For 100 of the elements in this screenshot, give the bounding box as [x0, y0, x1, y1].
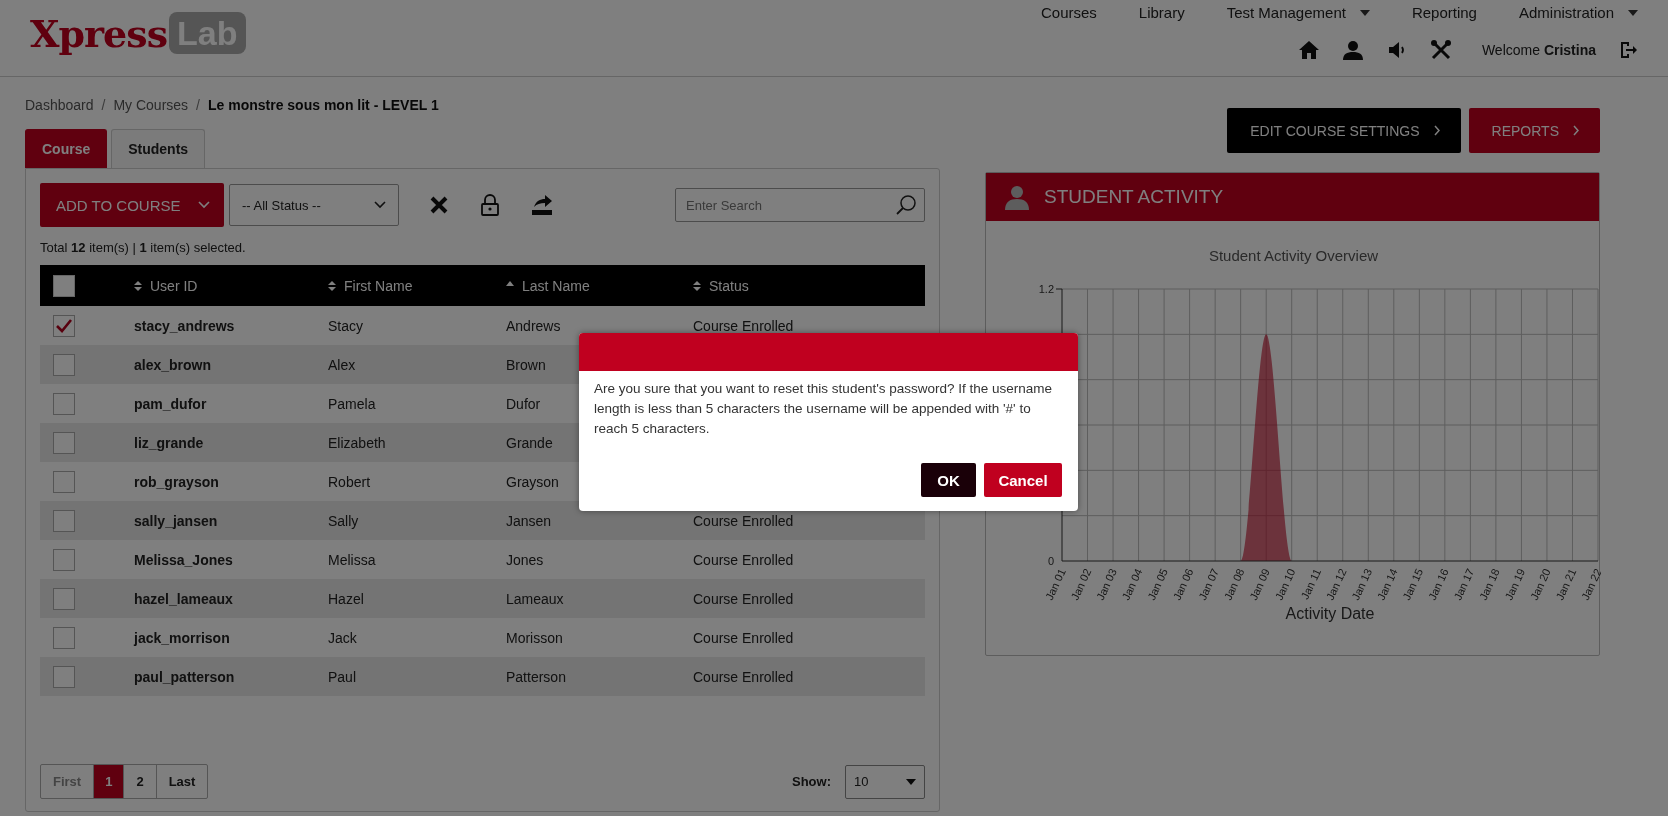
- table-cell: Lameaux: [506, 590, 564, 607]
- checkbox[interactable]: [53, 274, 75, 297]
- x-tick-label: Jan 06: [1170, 566, 1196, 602]
- breadcrumb-link[interactable]: Dashboard: [25, 97, 94, 127]
- page-link[interactable]: 2: [123, 765, 156, 798]
- table-cell: Melissa_Jones: [134, 551, 233, 568]
- checkbox[interactable]: [53, 665, 75, 688]
- nav-link[interactable]: Courses: [1040, 4, 1097, 21]
- close-icon[interactable]: [429, 195, 449, 215]
- x-tick-label: Jan 11: [1298, 566, 1324, 602]
- nav-link[interactable]: Library: [1138, 4, 1185, 21]
- table-row[interactable]: hazel_lameaux Hazel Lameaux Course Enrolled: [40, 579, 925, 618]
- checkbox[interactable]: [53, 353, 75, 376]
- x-tick-label: Jan 02: [1068, 566, 1094, 602]
- x-tick-label: Jan 07: [1196, 566, 1221, 602]
- nav-link[interactable]: Administration: [1518, 4, 1638, 21]
- chevron-icon: [1433, 125, 1441, 136]
- table-cell: Melissa: [328, 551, 376, 568]
- column-header[interactable]: Status: [709, 277, 749, 294]
- x-tick-label: Jan 03: [1094, 566, 1119, 602]
- reports-button[interactable]: REPORTS: [1468, 108, 1600, 153]
- table-cell: Pamela: [328, 395, 376, 412]
- export-icon[interactable]: [531, 194, 553, 216]
- table-cell: Course Enrolled: [693, 590, 794, 607]
- table-cell: liz_grande: [134, 434, 204, 451]
- table-row[interactable]: jack_morrison Jack Morisson Course Enrolled: [40, 618, 925, 657]
- table-cell: Course Enrolled: [693, 668, 794, 685]
- caret-icon: [906, 778, 916, 785]
- nav-link[interactable]: Test Management: [1226, 4, 1370, 21]
- cancel-button[interactable]: Cancel: [984, 463, 1062, 497]
- table-cell: Jansen: [506, 512, 552, 529]
- add-to-course-button[interactable]: ADD TO COURSE: [40, 183, 224, 227]
- x-axis-title: Activity Date: [1285, 605, 1375, 622]
- checkbox[interactable]: [53, 314, 75, 337]
- tab[interactable]: Students: [111, 129, 206, 168]
- panel-title: STUDENT ACTIVITY: [1044, 186, 1224, 208]
- nav-link[interactable]: Reporting: [1411, 4, 1477, 21]
- page-size-dropdown[interactable]: 10: [845, 764, 925, 799]
- search-field[interactable]: Enter Search: [675, 188, 925, 222]
- tab[interactable]: Course: [25, 129, 108, 168]
- table-cell: Robert: [328, 473, 371, 490]
- ok-button[interactable]: OK: [921, 463, 976, 497]
- table-row[interactable]: sally_jansen Sally Jansen Course Enrolled: [40, 501, 925, 540]
- table-cell: Sally: [328, 512, 359, 529]
- table-cell: hazel_lameaux: [134, 590, 233, 607]
- checkbox[interactable]: [53, 548, 75, 571]
- table-cell: paul_patterson: [134, 668, 235, 685]
- table-row[interactable]: Melissa_Jones Melissa Jones Course Enrolled: [40, 540, 925, 579]
- sort-icon[interactable]: [134, 279, 142, 292]
- breadcrumb-link[interactable]: My Courses: [113, 97, 189, 127]
- table-cell: alex_brown: [134, 356, 212, 373]
- table-cell: Alex: [328, 356, 356, 373]
- lock-icon[interactable]: [481, 194, 499, 216]
- chevron-icon: [1573, 125, 1580, 136]
- table-cell: Paul: [328, 668, 357, 685]
- table-cell: sally_jansen: [134, 512, 218, 529]
- checkbox[interactable]: [53, 431, 75, 454]
- tools-icon[interactable]: [1429, 39, 1452, 61]
- logout-icon[interactable]: [1618, 40, 1638, 60]
- table-cell: pam_dufor: [134, 395, 207, 412]
- table-cell: rob_grayson: [134, 473, 219, 490]
- checkbox[interactable]: [53, 587, 75, 610]
- x-tick-label: Jan 05: [1145, 566, 1170, 602]
- column-header[interactable]: User ID: [150, 277, 198, 294]
- table-cell: Jones: [506, 551, 544, 568]
- page-link[interactable]: 1: [93, 765, 124, 798]
- checkbox[interactable]: [53, 470, 75, 493]
- checkbox[interactable]: [53, 626, 75, 649]
- x-tick-label: Jan 08: [1221, 566, 1247, 602]
- checkbox[interactable]: [53, 392, 75, 415]
- table-cell: Stacy: [328, 317, 363, 334]
- sort-icon[interactable]: [328, 279, 336, 292]
- breadcrumb-separator: /: [196, 97, 200, 115]
- x-tick-label: Jan 14: [1374, 566, 1400, 602]
- column-header[interactable]: Last Name: [522, 277, 590, 294]
- chevron-icon: [374, 201, 386, 209]
- edit-settings-button[interactable]: EDIT COURSE SETTINGS: [1227, 108, 1461, 153]
- x-tick-label: Jan 20: [1527, 566, 1553, 602]
- search-icon[interactable]: [895, 194, 917, 216]
- x-tick-label: Jan 04: [1119, 566, 1145, 602]
- table-cell: Brown: [506, 356, 546, 373]
- x-tick-label: Jan 10: [1272, 566, 1298, 602]
- x-tick-label: Jan 12: [1323, 566, 1349, 602]
- table-cell: Morisson: [506, 629, 563, 646]
- checkbox[interactable]: [53, 509, 75, 532]
- page-link[interactable]: Last: [155, 765, 208, 798]
- home-icon[interactable]: [1297, 39, 1320, 61]
- table-cell: Course Enrolled: [693, 512, 794, 529]
- table-cell: Hazel: [328, 590, 364, 607]
- chevron-icon: [198, 201, 210, 209]
- breadcrumb-link[interactable]: Le monstre sous mon lit - LEVEL 1: [207, 97, 439, 127]
- sort-icon[interactable]: [693, 279, 701, 292]
- x-tick-label: Jan 16: [1425, 566, 1451, 602]
- table-cell: Andrews: [506, 317, 561, 334]
- table-row[interactable]: paul_patterson Paul Patterson Course Enrolled: [40, 657, 925, 696]
- table-row[interactable]: stacy_andrews Stacy Andrews Course Enrolled: [40, 306, 925, 345]
- table-cell: Grande: [506, 434, 553, 451]
- column-header[interactable]: First Name: [344, 277, 413, 294]
- user-icon[interactable]: [1341, 39, 1364, 61]
- status-dropdown[interactable]: -- All Status --: [229, 184, 399, 226]
